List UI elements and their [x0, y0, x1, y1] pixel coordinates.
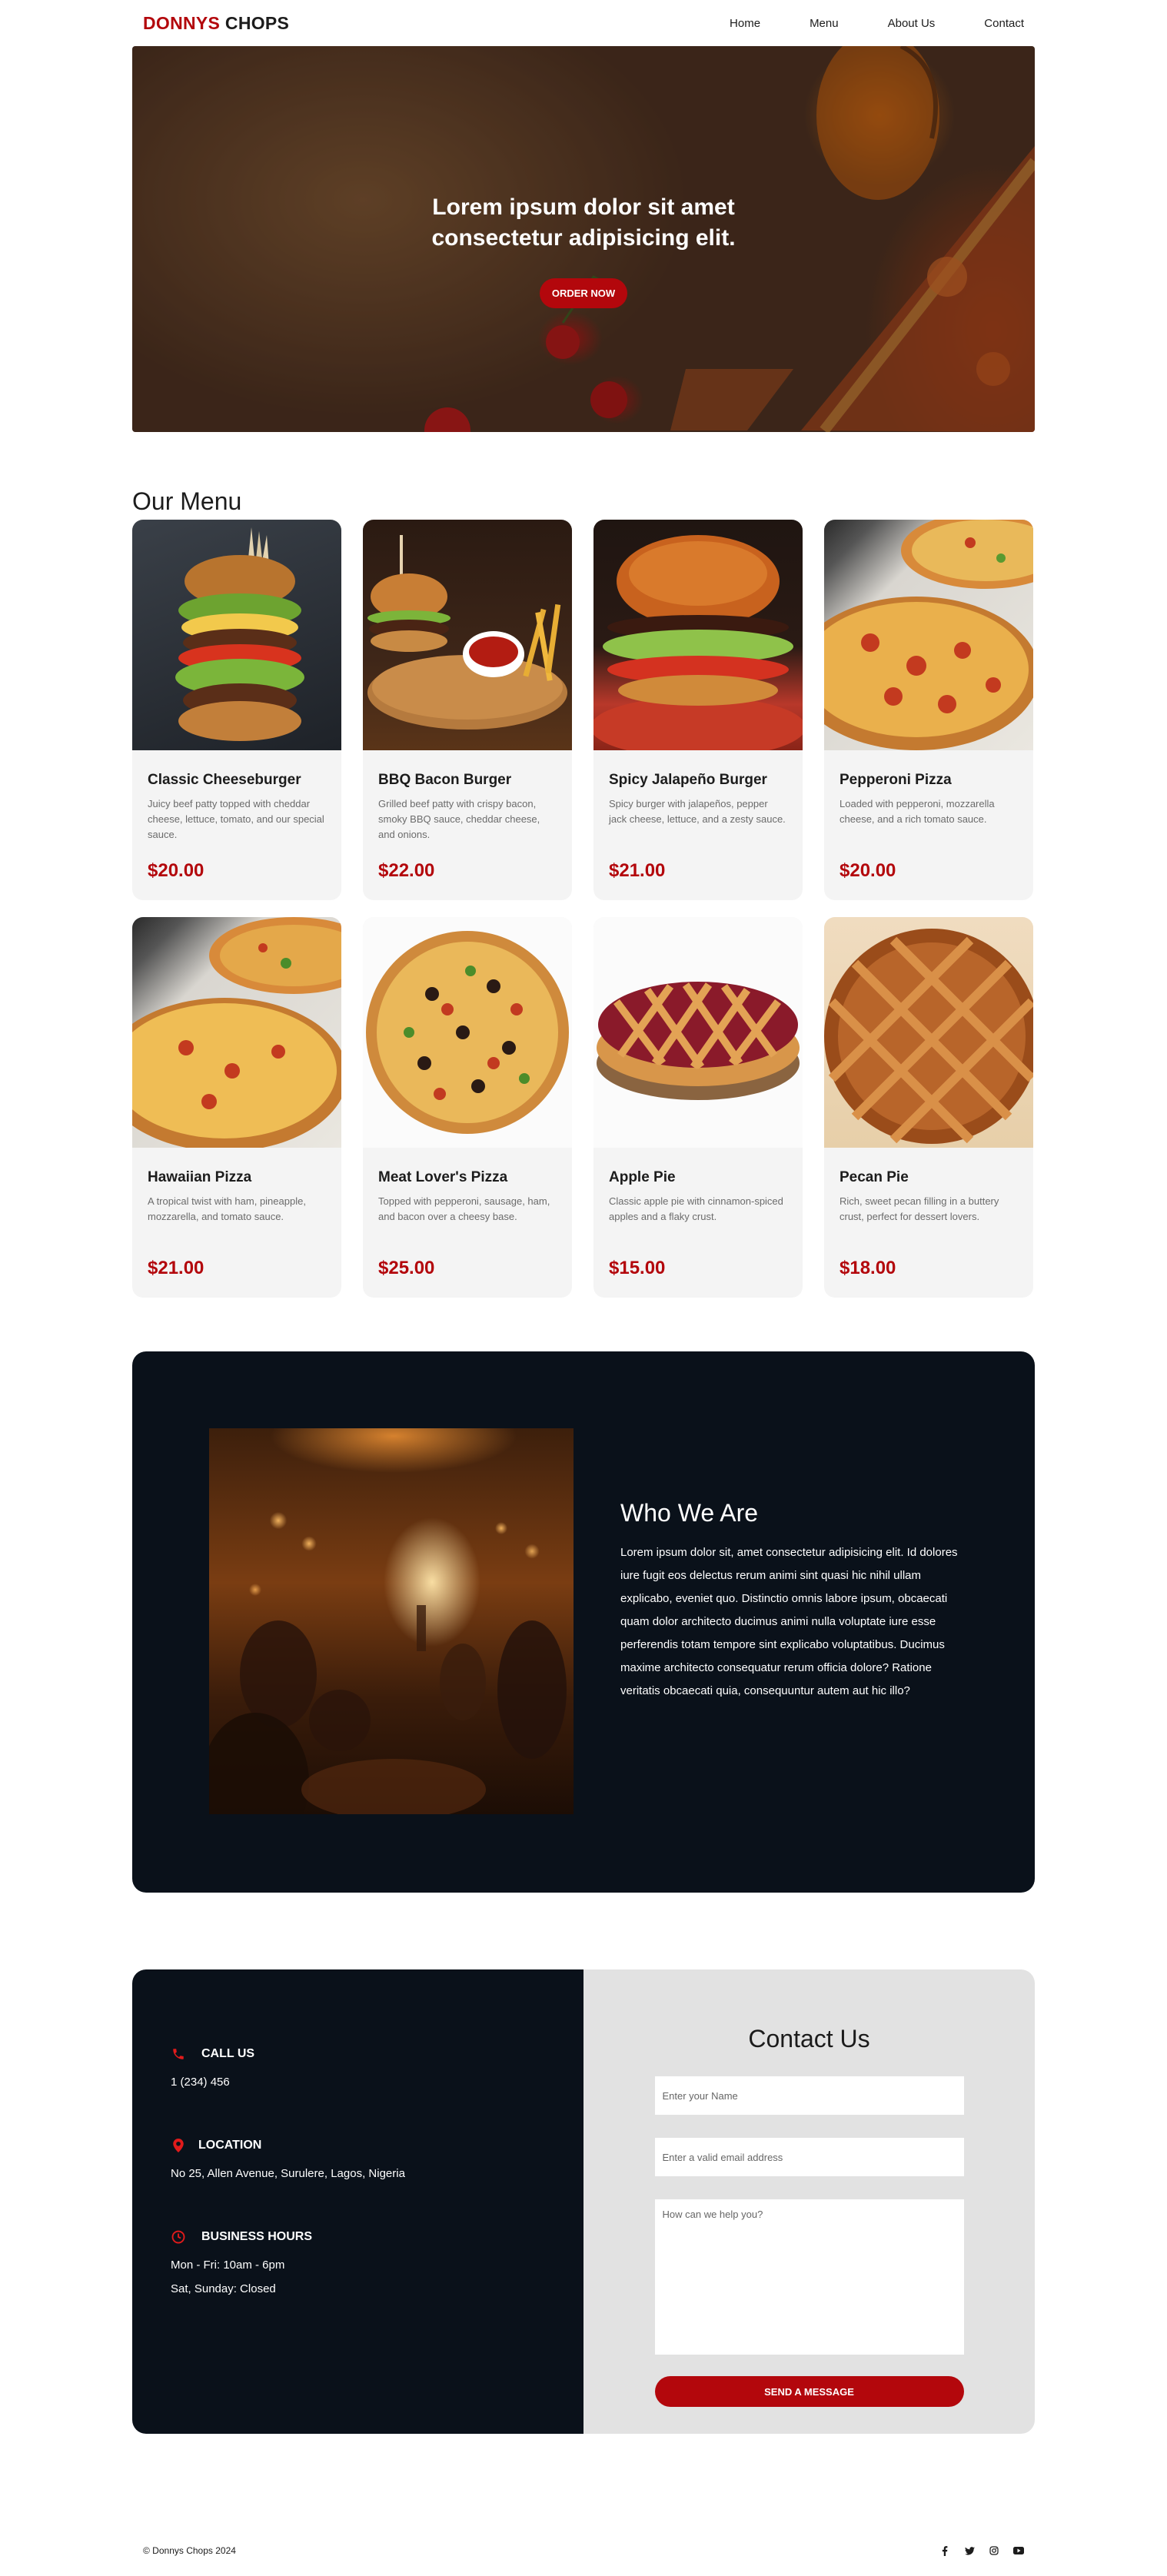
- email-input[interactable]: [654, 2138, 964, 2176]
- hours-weekend: Sat, Sunday: Closed: [171, 2282, 276, 2295]
- menu-item-description: Loaded with pepperoni, mozzarella cheese…: [840, 798, 995, 825]
- logo-brand: DONNYS: [143, 12, 221, 33]
- main-nav: Home Menu About Us Contact: [680, 17, 1024, 30]
- logo-rest: CHOPS: [224, 12, 290, 33]
- restaurant-interior-image: [209, 1428, 574, 1814]
- menu-item-price: $21.00: [609, 860, 666, 881]
- name-input[interactable]: [654, 2076, 964, 2115]
- menu-card[interactable]: Spicy Jalapeño Burger Spicy burger with …: [593, 520, 803, 900]
- menu-grid: Classic Cheeseburger Juicy beef patty to…: [132, 520, 1035, 1298]
- site-header: DONNYS CHOPS Home Menu About Us Contact: [132, 0, 1035, 46]
- location-address: No 25, Allen Avenue, Surulere, Lagos, Ni…: [171, 2167, 405, 2180]
- about-body: Lorem ipsum dolor sit, amet consectetur …: [620, 1546, 958, 1697]
- menu-item-name: Pecan Pie: [840, 1169, 909, 1185]
- menu-item-price: $15.00: [609, 1258, 666, 1278]
- menu-item-description: A tropical twist with ham, pineapple, mo…: [148, 1195, 306, 1222]
- copyright-text: © Donnys Chops 2024: [143, 2545, 236, 2556]
- menu-card[interactable]: Hawaiian Pizza A tropical twist with ham…: [132, 917, 341, 1298]
- business-hours-block: BUSINESS HOURS Mon - Fri: 10am - 6pm Sat…: [171, 2229, 584, 2295]
- nav-menu[interactable]: Menu: [810, 17, 839, 30]
- menu-item-name: Apple Pie: [609, 1169, 676, 1185]
- menu-item-price: $21.00: [148, 1258, 204, 1278]
- pie-image: [824, 917, 1033, 1148]
- location-label: LOCATION: [198, 2139, 262, 2152]
- send-message-button[interactable]: SEND A MESSAGE: [654, 2376, 964, 2407]
- pizza-image: [132, 917, 341, 1148]
- menu-item-name: Meat Lover's Pizza: [378, 1169, 508, 1185]
- hero-banner: Lorem ipsum dolor sit amet consectetur a…: [132, 46, 1035, 432]
- burger-image: [132, 520, 341, 750]
- menu-item-description: Rich, sweet pecan filling in a buttery c…: [840, 1195, 999, 1222]
- instagram-icon[interactable]: [989, 2545, 999, 2556]
- menu-card[interactable]: Classic Cheeseburger Juicy beef patty to…: [132, 520, 341, 900]
- menu-item-description: Classic apple pie with cinnamon-spiced a…: [609, 1195, 783, 1222]
- contact-info: CALL US 1 (234) 456 LOCATION No 25, Alle…: [132, 1969, 584, 2434]
- menu-item-name: Classic Cheeseburger: [148, 772, 301, 788]
- menu-card[interactable]: BBQ Bacon Burger Grilled beef patty with…: [363, 520, 572, 900]
- menu-card[interactable]: Pepperoni Pizza Loaded with pepperoni, m…: [824, 520, 1033, 900]
- location-block: LOCATION No 25, Allen Avenue, Surulere, …: [171, 2138, 584, 2180]
- about-section: Who We Are Lorem ipsum dolor sit, amet c…: [132, 1351, 1035, 1893]
- facebook-icon[interactable]: [939, 2545, 950, 2556]
- social-links: [939, 2545, 1024, 2556]
- burger-image: [363, 520, 572, 750]
- call-us-label: CALL US: [201, 2047, 255, 2060]
- menu-item-price: $22.00: [378, 860, 435, 881]
- menu-card[interactable]: Apple Pie Classic apple pie with cinnamo…: [593, 917, 803, 1298]
- twitter-icon[interactable]: [964, 2545, 975, 2556]
- menu-item-name: Spicy Jalapeño Burger: [609, 772, 767, 788]
- site-logo[interactable]: DONNYS CHOPS: [143, 13, 289, 34]
- hours-weekdays: Mon - Fri: 10am - 6pm: [171, 2259, 285, 2272]
- phone-icon: [171, 2046, 186, 2062]
- nav-contact[interactable]: Contact: [984, 17, 1024, 30]
- location-pin-icon: [171, 2138, 186, 2153]
- menu-item-description: Spicy burger with jalapeños, pepper jack…: [609, 798, 786, 825]
- menu-item-name: Hawaiian Pizza: [148, 1169, 252, 1185]
- menu-item-price: $20.00: [148, 860, 204, 881]
- site-footer: © Donnys Chops 2024: [132, 2535, 1035, 2566]
- contact-form-title: Contact Us: [748, 2025, 870, 2052]
- order-now-button[interactable]: ORDER NOW: [539, 278, 628, 308]
- phone-number[interactable]: 1 (234) 456: [171, 2076, 584, 2089]
- pizza-image: [824, 520, 1033, 750]
- call-us-block: CALL US 1 (234) 456: [171, 2046, 584, 2089]
- hero-title: Lorem ipsum dolor sit amet consectetur a…: [431, 194, 736, 251]
- menu-item-price: $18.00: [840, 1258, 896, 1278]
- menu-item-name: Pepperoni Pizza: [840, 772, 952, 788]
- menu-item-price: $20.00: [840, 860, 896, 881]
- youtube-icon[interactable]: [1013, 2545, 1024, 2556]
- clock-icon: [171, 2229, 186, 2245]
- pie-image: [593, 917, 803, 1148]
- contact-form: Contact Us SEND A MESSAGE: [584, 1969, 1035, 2434]
- nav-home[interactable]: Home: [730, 17, 760, 30]
- menu-item-price: $25.00: [378, 1258, 435, 1278]
- message-textarea[interactable]: [654, 2199, 964, 2355]
- business-hours-label: BUSINESS HOURS: [201, 2230, 313, 2243]
- menu-card[interactable]: Meat Lover's Pizza Topped with pepperoni…: [363, 917, 572, 1298]
- menu-title: Our Menu: [132, 487, 242, 515]
- about-heading: Who We Are: [620, 1499, 759, 1527]
- menu-item-name: BBQ Bacon Burger: [378, 772, 512, 788]
- menu-card[interactable]: Pecan Pie Rich, sweet pecan filling in a…: [824, 917, 1033, 1298]
- pizza-image: [363, 917, 572, 1148]
- nav-about[interactable]: About Us: [888, 17, 936, 30]
- contact-section: CALL US 1 (234) 456 LOCATION No 25, Alle…: [132, 1969, 1035, 2434]
- menu-item-description: Juicy beef patty topped with cheddar che…: [148, 798, 324, 840]
- burger-image: [593, 520, 803, 750]
- menu-item-description: Topped with pepperoni, sausage, ham, and…: [378, 1195, 550, 1222]
- menu-item-description: Grilled beef patty with crispy bacon, sm…: [378, 798, 540, 840]
